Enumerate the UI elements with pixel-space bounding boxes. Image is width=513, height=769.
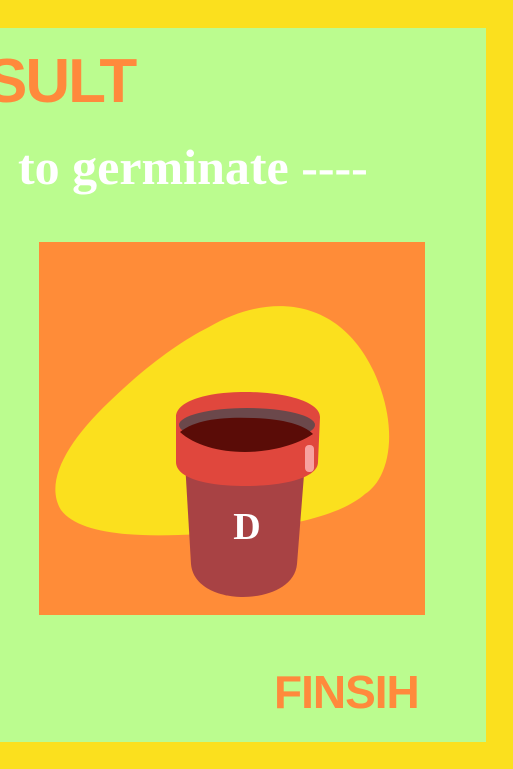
pot-illustration (55, 306, 390, 597)
flower-pot-icon (176, 392, 320, 597)
game-panel: SULT to germinate ---- D FINSIH (0, 28, 486, 742)
germinate-subtitle: to germinate ---- (18, 139, 368, 195)
result-title: SULT (0, 47, 137, 116)
pot-label: D (233, 506, 261, 548)
pot-card: D (39, 242, 425, 615)
finish-button[interactable]: FINSIH (274, 666, 420, 718)
